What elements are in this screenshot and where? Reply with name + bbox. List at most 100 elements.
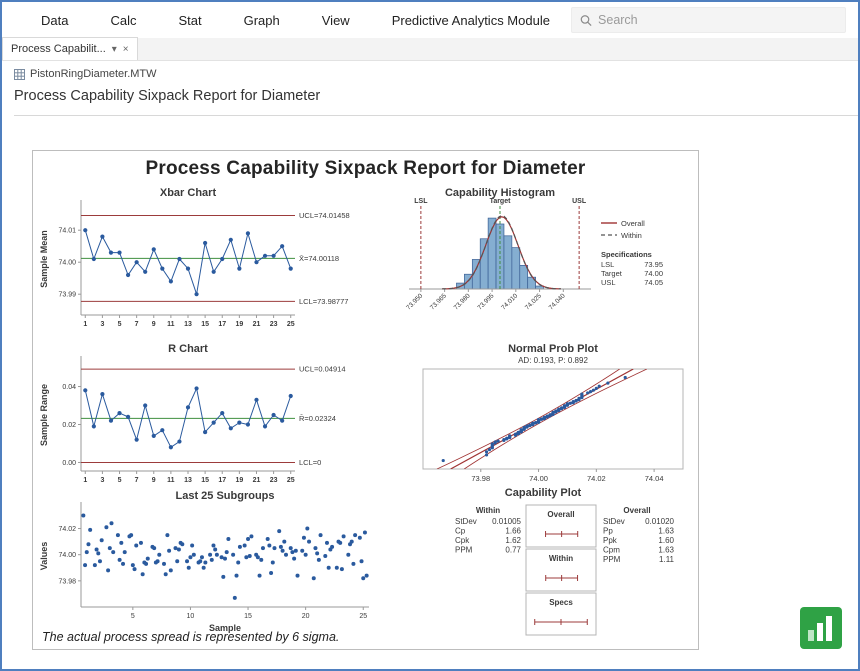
svg-text:74.00: 74.00: [529, 474, 548, 483]
svg-text:Within: Within: [549, 554, 573, 563]
svg-text:10: 10: [187, 613, 195, 620]
svg-text:Xbar Chart: Xbar Chart: [160, 187, 217, 199]
svg-text:15: 15: [201, 321, 209, 328]
svg-text:1.63: 1.63: [658, 527, 674, 536]
menu-item-graph[interactable]: Graph: [223, 4, 301, 37]
svg-text:PPM: PPM: [603, 555, 621, 564]
minitab-graph-icon[interactable]: [800, 607, 842, 649]
svg-text:17: 17: [218, 321, 226, 328]
svg-text:Capability Plot: Capability Plot: [505, 487, 582, 499]
svg-text:74.05: 74.05: [644, 278, 663, 287]
menu-bar: Data Calc Stat Graph View Predictive Ana…: [2, 2, 858, 38]
document-area: PistonRingDiameter.MTW Process Capabilit…: [2, 61, 858, 116]
svg-text:Cpk: Cpk: [455, 536, 470, 545]
svg-text:Overall: Overall: [621, 219, 645, 228]
svg-text:19: 19: [235, 477, 243, 484]
svg-text:5: 5: [131, 613, 135, 620]
menu-item-data[interactable]: Data: [20, 4, 89, 37]
svg-text:Pp: Pp: [603, 527, 613, 536]
svg-text:X̄=74.00118: X̄=74.00118: [299, 254, 339, 263]
capability-plot[interactable]: Capability Plot Overall Within Specs Within S…: [393, 485, 693, 643]
svg-text:StDev: StDev: [603, 517, 625, 526]
menu-item-calc[interactable]: Calc: [89, 4, 157, 37]
svg-text:Specs: Specs: [549, 598, 573, 607]
svg-text:0.02: 0.02: [62, 422, 76, 429]
svg-text:23: 23: [270, 477, 278, 484]
svg-text:StDev: StDev: [455, 517, 477, 526]
svg-text:1: 1: [83, 477, 87, 484]
worksheet-link[interactable]: PistonRingDiameter.MTW: [14, 68, 858, 80]
svg-text:UCL=74.01458: UCL=74.01458: [299, 211, 350, 220]
report-canvas[interactable]: Process Capability Sixpack Report for Di…: [32, 150, 699, 650]
svg-text:25: 25: [287, 477, 295, 484]
svg-text:LSL: LSL: [414, 198, 428, 205]
svg-text:Specifications: Specifications: [601, 250, 652, 259]
menu-item-predictive-analytics-module[interactable]: Predictive Analytics Module: [371, 4, 571, 37]
svg-text:15: 15: [244, 613, 252, 620]
svg-text:74.00: 74.00: [58, 260, 76, 267]
divider: [14, 115, 858, 116]
normal-prob-plot[interactable]: Normal Prob PlotAD: 0.193, P: 0.89273.98…: [393, 341, 693, 493]
report-footnote: The actual process spread is represented…: [42, 630, 339, 644]
svg-text:73.995: 73.995: [476, 292, 495, 311]
svg-text:73.98: 73.98: [471, 474, 490, 483]
r-chart[interactable]: R ChartSample Range0.000.020.04135791113…: [37, 341, 387, 493]
svg-text:11: 11: [167, 477, 175, 484]
svg-text:1.11: 1.11: [659, 555, 675, 564]
svg-text:74.040: 74.040: [548, 292, 567, 311]
svg-text:73.98: 73.98: [58, 578, 76, 585]
svg-text:25: 25: [359, 613, 367, 620]
svg-text:5: 5: [118, 477, 122, 484]
worksheet-grid-icon: [14, 69, 25, 80]
search-box[interactable]: [571, 7, 846, 33]
svg-text:Cpm: Cpm: [603, 546, 620, 555]
svg-text:73.980: 73.980: [453, 292, 472, 311]
svg-text:74.00: 74.00: [644, 269, 663, 278]
svg-text:0.04: 0.04: [62, 384, 76, 391]
svg-text:13: 13: [184, 477, 192, 484]
svg-text:9: 9: [152, 321, 156, 328]
svg-text:74.025: 74.025: [524, 292, 543, 311]
tab-close-icon[interactable]: ×: [123, 44, 129, 55]
svg-text:USL: USL: [572, 198, 587, 205]
svg-text:15: 15: [201, 477, 209, 484]
svg-text:19: 19: [235, 321, 243, 328]
worksheet-name: PistonRingDiameter.MTW: [30, 68, 157, 80]
svg-text:73.950: 73.950: [405, 292, 424, 311]
xbar-chart[interactable]: Xbar ChartSample Mean73.9974.0074.011357…: [37, 185, 387, 337]
search-input[interactable]: [598, 13, 837, 27]
svg-text:Values: Values: [39, 542, 49, 571]
svg-text:7: 7: [135, 477, 139, 484]
svg-text:Within: Within: [476, 506, 500, 515]
menu-item-stat[interactable]: Stat: [157, 4, 222, 37]
svg-text:74.02: 74.02: [587, 474, 606, 483]
menu-item-view[interactable]: View: [301, 4, 371, 37]
last-25-subgroups-chart[interactable]: Last 25 SubgroupsValues73.9874.0074.0251…: [37, 489, 387, 643]
capability-histogram[interactable]: Capability Histogram73.95073.96573.98073…: [393, 185, 693, 337]
svg-text:Overall: Overall: [623, 506, 650, 515]
svg-text:USL: USL: [601, 278, 616, 287]
svg-text:Cp: Cp: [455, 527, 466, 536]
svg-text:73.965: 73.965: [429, 292, 448, 311]
svg-text:Target: Target: [490, 198, 512, 205]
svg-text:11: 11: [167, 321, 175, 328]
tab-bar: Process Capabilit... ▾ ×: [2, 38, 858, 61]
svg-text:7: 7: [135, 321, 139, 328]
svg-text:Ppk: Ppk: [603, 536, 618, 545]
svg-text:Normal Prob Plot: Normal Prob Plot: [508, 343, 598, 355]
svg-text:LCL=0: LCL=0: [299, 458, 321, 467]
svg-text:1: 1: [83, 321, 87, 328]
bar-chart-glyph: [807, 616, 835, 642]
tab-dropdown-icon[interactable]: ▾: [112, 44, 117, 55]
svg-text:74.010: 74.010: [500, 292, 519, 311]
svg-text:LCL=73.98777: LCL=73.98777: [299, 297, 348, 306]
document-tab[interactable]: Process Capabilit... ▾ ×: [2, 37, 138, 60]
svg-text:0.00: 0.00: [62, 460, 76, 467]
app-window: Data Calc Stat Graph View Predictive Ana…: [0, 0, 860, 671]
svg-text:3: 3: [100, 477, 104, 484]
svg-text:25: 25: [287, 321, 295, 328]
svg-text:17: 17: [218, 477, 226, 484]
svg-text:UCL=0.04914: UCL=0.04914: [299, 365, 346, 374]
svg-text:R Chart: R Chart: [168, 343, 208, 355]
svg-text:74.01: 74.01: [58, 228, 76, 235]
